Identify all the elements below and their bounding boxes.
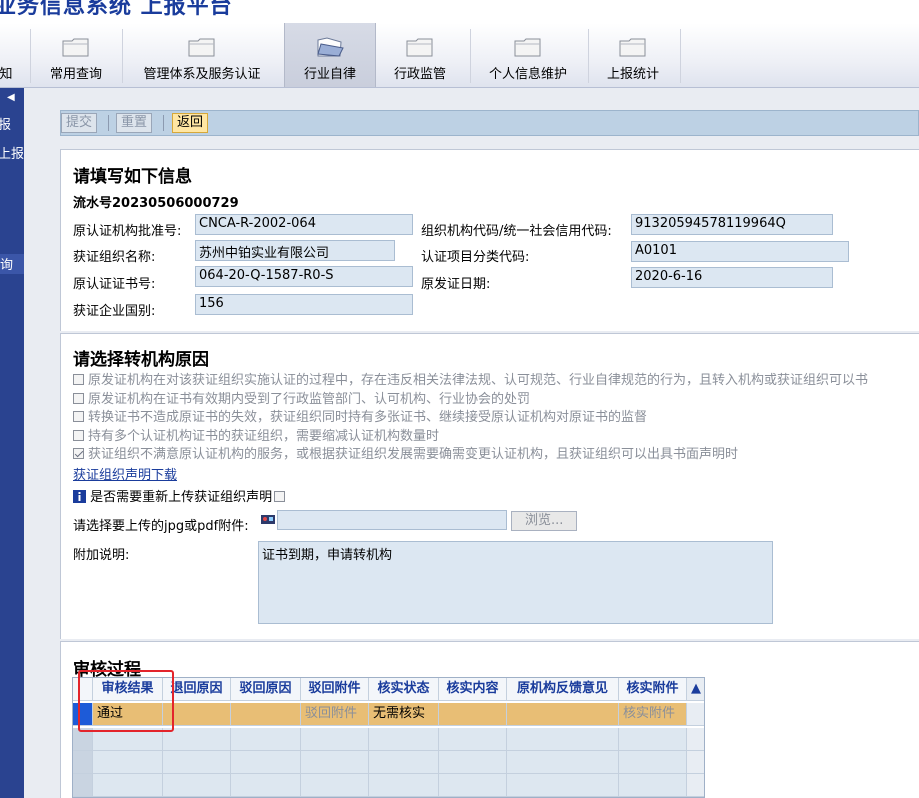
folder-icon bbox=[406, 38, 433, 57]
upload-label: 请选择要上传的jpg或pdf附件: bbox=[73, 519, 249, 534]
reason-heading: 请选择转机构原因 bbox=[73, 350, 209, 370]
note-textarea[interactable]: 证书到期，申请转机构 bbox=[258, 541, 773, 624]
sidebar-item-upload-report[interactable]: 上报 bbox=[0, 143, 24, 162]
scroll-up-icon[interactable]: ▲ bbox=[687, 678, 704, 701]
info-heading: 请填写如下信息 bbox=[73, 167, 192, 187]
org-name-field: 苏州中铂实业有限公司 bbox=[195, 240, 395, 261]
nav-item-notice[interactable]: 知 bbox=[0, 23, 16, 87]
table-row bbox=[73, 751, 704, 774]
sidebar-item-query[interactable]: 询 bbox=[0, 254, 24, 274]
nav-item-industry-self-discipline[interactable]: 行业自律 bbox=[284, 23, 376, 87]
issue-date-field: 2020-6-16 bbox=[631, 267, 833, 288]
sidebar: ◀ 报 上报 询 bbox=[0, 88, 24, 798]
issue-date-label: 原发证日期: bbox=[421, 277, 491, 292]
reupload-row: 是否需要重新上传获证组织声明 bbox=[73, 486, 286, 505]
checkbox[interactable] bbox=[73, 393, 84, 404]
app-title: 业务信息系统 上报平台 bbox=[0, 0, 233, 19]
highlight-box bbox=[78, 670, 174, 732]
reject-attachment-link[interactable]: 驳回附件 bbox=[301, 703, 369, 726]
country-field: 156 bbox=[195, 294, 413, 315]
col-reject-reason[interactable]: 驳回原因 bbox=[231, 678, 301, 701]
reupload-label: 是否需要重新上传获证组织声明 bbox=[90, 490, 273, 505]
checkbox[interactable] bbox=[73, 411, 84, 422]
reason-option-5[interactable]: 获证组织不满意原认证机构的服务，或根据获证组织发展需要确需变更认证机构，且获证组… bbox=[73, 443, 738, 462]
verify-attachment-link[interactable]: 核实附件 bbox=[619, 703, 687, 726]
upload-file-input[interactable] bbox=[277, 510, 507, 530]
cert-no-field: 064-20-Q-1587-R0-S bbox=[195, 266, 413, 287]
nav-item-management-certification[interactable]: 管理体系及服务认证 bbox=[132, 23, 272, 87]
category-label: 认证项目分类代码: bbox=[421, 250, 530, 265]
checkbox-checked[interactable] bbox=[73, 448, 84, 459]
col-reject-attachment[interactable]: 驳回附件 bbox=[301, 678, 369, 701]
table-row bbox=[73, 774, 704, 797]
col-feedback[interactable]: 原机构反馈意见 bbox=[507, 678, 619, 701]
checkbox[interactable] bbox=[73, 430, 84, 441]
serial-number: 流水号20230506000729 bbox=[73, 196, 239, 211]
col-verify-status[interactable]: 核实状态 bbox=[369, 678, 439, 701]
info-panel: 请填写如下信息 流水号20230506000729 原认证机构批准号: CNCA… bbox=[60, 149, 919, 331]
approval-no-label: 原认证机构批准号: bbox=[73, 224, 182, 239]
country-label: 获证企业国别: bbox=[73, 304, 156, 319]
org-name-label: 获证组织名称: bbox=[73, 250, 156, 265]
category-field: A0101 bbox=[631, 241, 849, 262]
reason-option-1[interactable]: 原发证机构在对该获证组织实施认证的过程中，存在违反相关法律法规、认可规范、行业自… bbox=[73, 369, 868, 388]
attachment-icon bbox=[261, 515, 275, 524]
folder-icon bbox=[0, 36, 26, 58]
nav-item-common-query[interactable]: 常用查询 bbox=[40, 23, 112, 87]
submit-button[interactable]: 提交 bbox=[61, 113, 98, 133]
col-verify-attachment[interactable]: 核实附件 bbox=[619, 678, 687, 701]
top-nav: 知 常用查询 管理体系及服务认证 行业自律 行政监管 个人信息维护 上报统计 bbox=[0, 23, 919, 88]
toolbar: 提交 重置 返回 bbox=[60, 110, 919, 136]
back-button[interactable]: 返回 bbox=[172, 113, 209, 133]
collapse-arrow-icon[interactable]: ◀ bbox=[7, 92, 15, 103]
folder-icon bbox=[62, 38, 89, 57]
open-folder-icon bbox=[317, 37, 344, 57]
reupload-checkbox[interactable] bbox=[274, 491, 286, 502]
folder-icon bbox=[188, 38, 215, 57]
approval-no-field: CNCA-R-2002-064 bbox=[195, 214, 413, 235]
reason-option-4[interactable]: 持有多个认证机构证书的获证组织，需要缩减认证机构数量时 bbox=[73, 425, 439, 444]
folder-icon bbox=[514, 38, 541, 57]
reason-option-2[interactable]: 原发证机构在证书有效期内受到了行政监管部门、认可机构、行业协会的处罚 bbox=[73, 388, 530, 407]
reason-panel: 请选择转机构原因 原发证机构在对该获证组织实施认证的过程中，存在违反相关法律法规… bbox=[60, 333, 919, 639]
reset-button[interactable]: 重置 bbox=[116, 113, 153, 133]
declaration-download-link[interactable]: 获证组织声明下载 bbox=[73, 464, 177, 483]
col-verify-content[interactable]: 核实内容 bbox=[439, 678, 507, 701]
browse-button[interactable]: 浏览... bbox=[511, 511, 578, 531]
info-icon bbox=[73, 490, 86, 503]
nav-item-administrative-supervision[interactable]: 行政监管 bbox=[382, 23, 458, 87]
folder-icon bbox=[619, 38, 646, 57]
note-label: 附加说明: bbox=[73, 548, 130, 563]
cert-no-label: 原认证证书号: bbox=[73, 277, 156, 292]
sidebar-item-report[interactable]: 报 bbox=[0, 114, 11, 133]
nav-item-personal-info[interactable]: 个人信息维护 bbox=[480, 23, 576, 87]
reason-option-3[interactable]: 转换证书不造成原证书的失效，获证组织同时持有多张证书、继续接受原认证机构对原证书… bbox=[73, 406, 647, 425]
nav-item-report-statistics[interactable]: 上报统计 bbox=[598, 23, 668, 87]
org-code-label: 组织机构代码/统一社会信用代码: bbox=[421, 224, 612, 239]
org-code-field: 91320594578119964Q bbox=[631, 214, 833, 235]
checkbox[interactable] bbox=[73, 374, 84, 385]
